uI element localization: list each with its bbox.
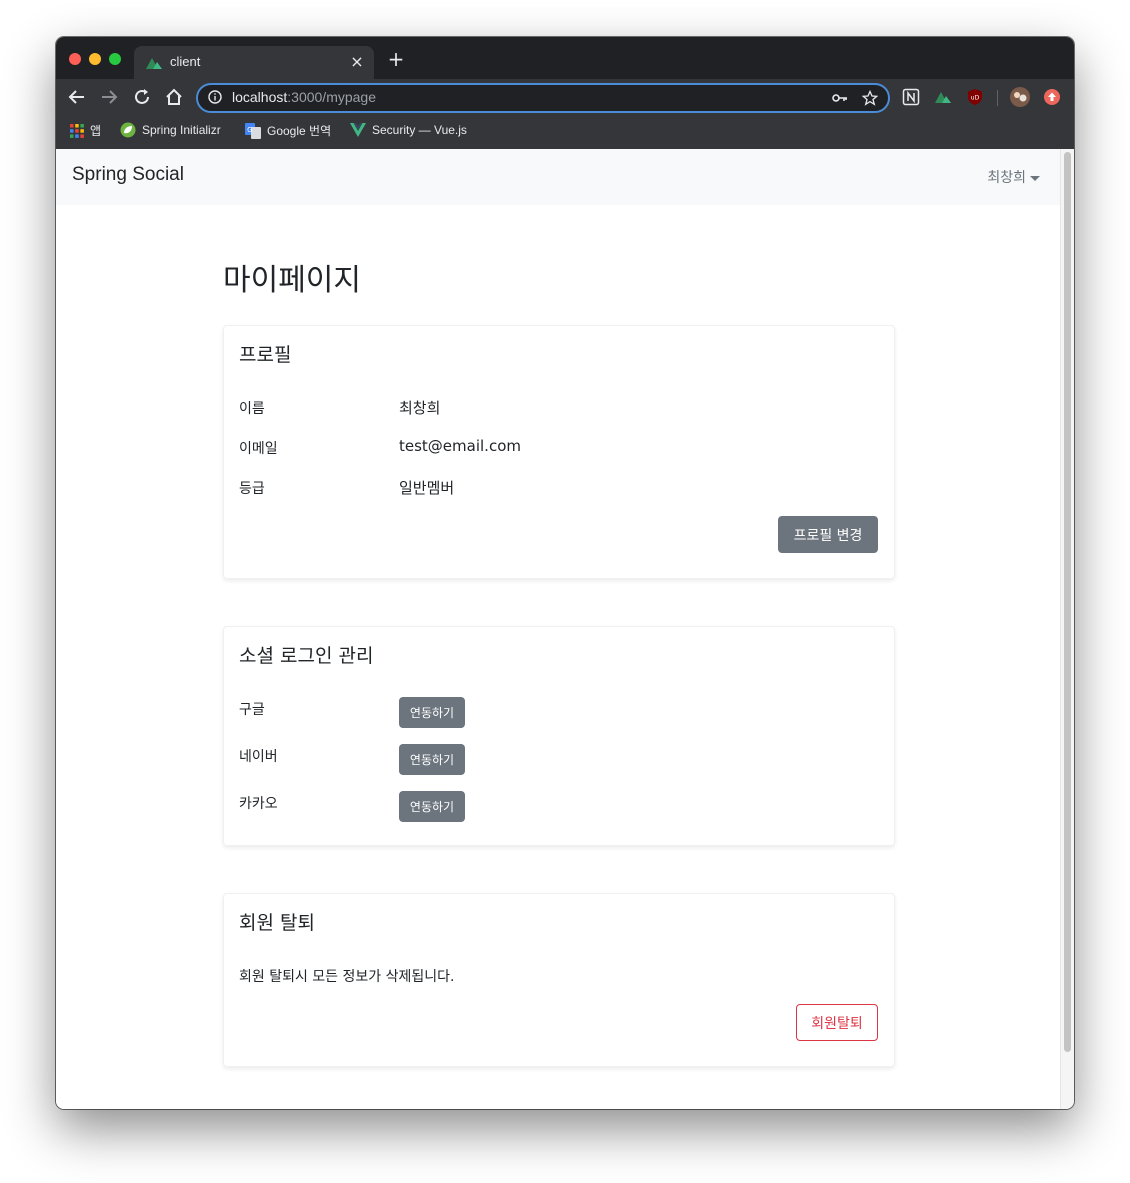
withdraw-card-title: 회원 탈퇴 xyxy=(239,912,315,934)
profile-avatar[interactable] xyxy=(1009,86,1031,108)
bookmark-security-vuejs[interactable]: Security — Vue.js xyxy=(350,122,467,137)
user-name: 최창희 xyxy=(987,170,1026,186)
profile-name-label: 이름 xyxy=(239,401,265,417)
navbar-brand[interactable]: Spring Social xyxy=(72,164,184,186)
page-viewport: Spring Social 최창희 마이페이지 프로필 이름 최창희 이메일 t… xyxy=(56,149,1060,1109)
caret-down-icon xyxy=(1030,175,1040,181)
browser-window: client × + localhost:3000/mypage uD 앱 Sp… xyxy=(56,37,1074,1109)
vue-devtools-icon[interactable] xyxy=(934,88,952,106)
edit-profile-button[interactable]: 프로필 변경 xyxy=(778,516,878,553)
home-icon[interactable] xyxy=(163,86,185,108)
close-window-button[interactable] xyxy=(69,53,81,65)
social-kakao-label: 카카오 xyxy=(239,796,278,812)
scrollbar-thumb[interactable] xyxy=(1064,152,1071,1052)
bookmark-apps[interactable]: 앱 xyxy=(70,122,101,139)
social-google-label: 구글 xyxy=(239,702,265,718)
nuxt-logo-icon xyxy=(146,58,162,69)
link-kakao-button[interactable]: 연동하기 xyxy=(399,791,465,822)
url-host: localhost xyxy=(232,89,288,105)
bookmarks-bar: 앱 Spring Initializr G Google 번역 Security… xyxy=(56,115,1074,150)
vue-logo-icon xyxy=(350,122,366,137)
bookmark-spring-initializr[interactable]: Spring Initializr xyxy=(120,122,221,138)
profile-card-title: 프로필 xyxy=(239,344,292,366)
svg-text:uD: uD xyxy=(971,95,980,102)
tab-close-icon[interactable]: × xyxy=(348,52,366,71)
profile-name-value: 최창희 xyxy=(399,399,441,417)
bookmark-google-translate[interactable]: G Google 번역 xyxy=(245,122,331,139)
forward-arrow-icon[interactable] xyxy=(98,86,120,108)
bookmark-label: Google 번역 xyxy=(267,124,332,138)
key-icon[interactable] xyxy=(832,91,848,105)
new-tab-button[interactable]: + xyxy=(386,49,406,69)
social-card-title: 소셜 로그인 관리 xyxy=(239,645,374,667)
spring-leaf-icon xyxy=(120,122,136,138)
link-naver-button[interactable]: 연동하기 xyxy=(399,744,465,775)
tab-title: client xyxy=(170,54,201,69)
ublock-icon[interactable]: uD xyxy=(966,88,984,106)
address-bar[interactable]: localhost:3000/mypage xyxy=(196,83,890,113)
apps-grid-icon xyxy=(70,123,84,138)
back-arrow-icon[interactable] xyxy=(66,86,88,108)
social-login-card: 소셜 로그인 관리 구글 연동하기 네이버 연동하기 카카오 연동하기 xyxy=(223,626,895,846)
tab-strip: client × + xyxy=(56,37,1074,79)
profile-email-value: test@email.com xyxy=(399,437,521,455)
url-path: :3000/mypage xyxy=(287,89,376,105)
maximize-window-button[interactable] xyxy=(109,53,121,65)
withdraw-description: 회원 탈퇴시 모든 정보가 삭제됩니다. xyxy=(239,969,455,985)
page-title: 마이페이지 xyxy=(223,263,361,298)
withdraw-button[interactable]: 회원탈퇴 xyxy=(796,1004,878,1041)
bookmark-star-icon[interactable] xyxy=(862,90,878,106)
social-naver-label: 네이버 xyxy=(239,749,278,765)
link-google-button[interactable]: 연동하기 xyxy=(399,697,465,728)
profile-card: 프로필 이름 최창희 이메일 test@email.com 등급 일반멤버 프로… xyxy=(223,325,895,579)
profile-grade-value: 일반멤버 xyxy=(399,479,455,497)
url-text[interactable]: localhost:3000/mypage xyxy=(232,89,376,105)
user-dropdown[interactable]: 최창희 xyxy=(987,167,1040,187)
google-translate-icon: G xyxy=(245,122,261,139)
notion-extension-icon[interactable] xyxy=(902,88,920,106)
top-navbar: Spring Social 최창희 xyxy=(56,149,1060,205)
toolbar-divider xyxy=(997,90,998,106)
bookmark-label: 앱 xyxy=(90,124,102,138)
bookmark-label: Spring Initializr xyxy=(142,123,221,137)
page-scrollbar[interactable] xyxy=(1060,149,1074,1109)
profile-email-label: 이메일 xyxy=(239,441,278,457)
reload-icon[interactable] xyxy=(131,86,153,108)
browser-tab-client[interactable]: client × xyxy=(134,46,374,79)
info-icon[interactable] xyxy=(208,90,222,104)
profile-grade-label: 등급 xyxy=(239,481,265,497)
browser-toolbar: localhost:3000/mypage uD xyxy=(56,79,1074,115)
withdraw-card: 회원 탈퇴 회원 탈퇴시 모든 정보가 삭제됩니다. 회원탈퇴 xyxy=(223,893,895,1067)
svg-text:G: G xyxy=(247,126,252,134)
minimize-window-button[interactable] xyxy=(89,53,101,65)
bookmark-label: Security — Vue.js xyxy=(372,122,467,137)
update-icon[interactable] xyxy=(1043,88,1061,106)
